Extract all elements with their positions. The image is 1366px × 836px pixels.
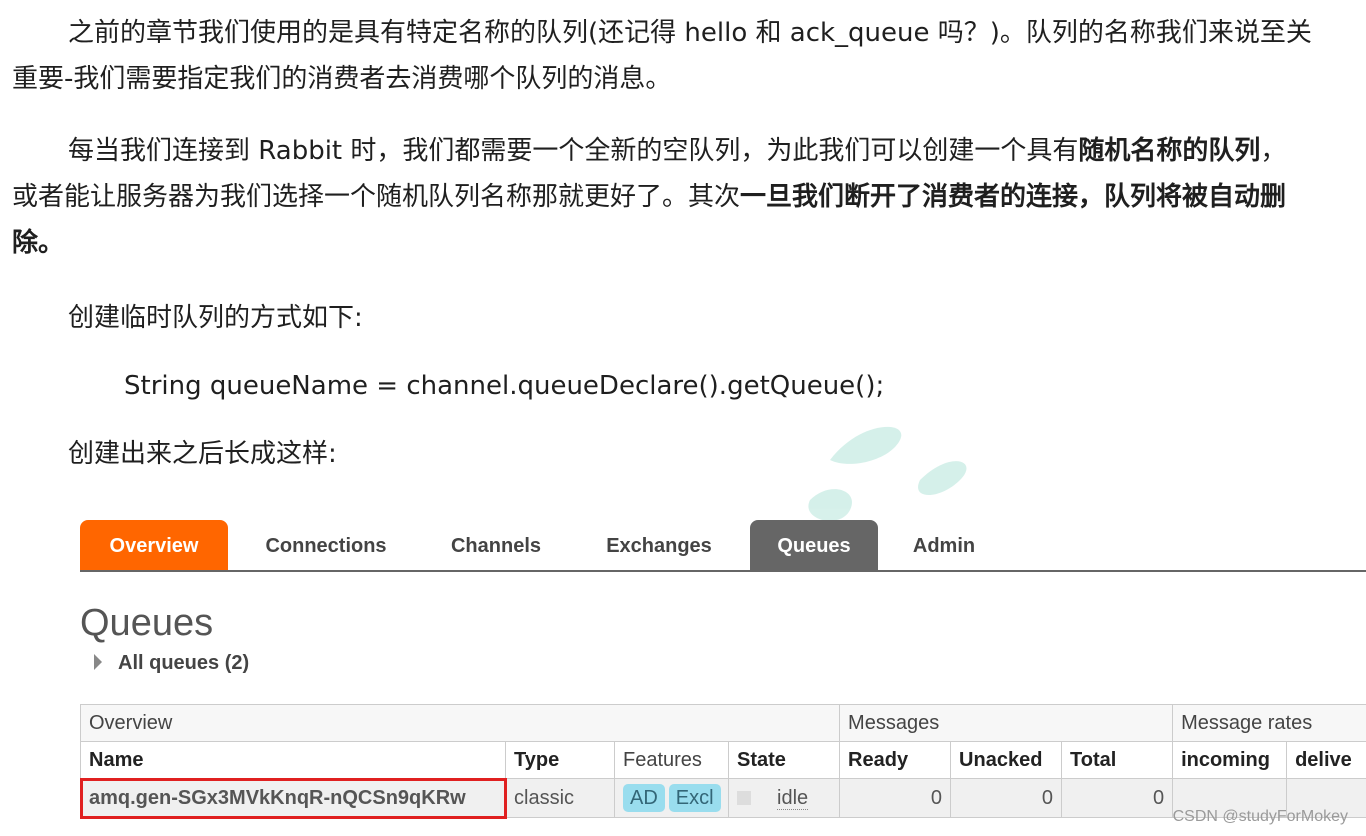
- feature-badge-ad: AD: [623, 784, 665, 812]
- col-deliver[interactable]: delive: [1286, 741, 1366, 779]
- nav-tabs: Overview Connections Channels Exchanges …: [80, 520, 1366, 572]
- tab-channels[interactable]: Channels: [428, 520, 564, 570]
- col-incoming[interactable]: incoming: [1172, 741, 1288, 779]
- table-group-header: Overview Messages Message rates: [79, 704, 1366, 742]
- paragraph-text: 每当我们连接到 Rabbit 时，我们都需要一个全新的空队列，为此我们可以创建一…: [68, 136, 1079, 166]
- tab-exchanges[interactable]: Exchanges: [584, 520, 734, 570]
- state-label: idle: [777, 786, 809, 810]
- col-total[interactable]: Total: [1061, 741, 1174, 779]
- page-title: Queues: [80, 602, 214, 644]
- group-overview: Overview: [79, 704, 841, 742]
- emphasis-random-name: 随机名称的队列: [1078, 136, 1261, 166]
- total-count: 0: [1061, 778, 1174, 818]
- queues-table: Overview Messages Message rates Name Typ…: [79, 704, 1366, 819]
- queue-type: classic: [505, 778, 615, 818]
- col-state[interactable]: State: [727, 741, 841, 779]
- tab-connections[interactable]: Connections: [244, 520, 408, 570]
- temp-queue-paragraph: 每当我们连接到 Rabbit 时，我们都需要一个全新的空队列，为此我们可以创建一…: [12, 128, 1312, 266]
- col-type[interactable]: Type: [505, 741, 615, 779]
- intro-paragraph: 之前的章节我们使用的是具有特定名称的队列(还记得 hello 和 ack_que…: [12, 18, 1312, 94]
- all-queues-label: All queues (2): [118, 652, 250, 674]
- rabbitmq-management-screenshot: Overview Connections Channels Exchanges …: [79, 516, 1366, 836]
- state-indicator-icon: [737, 791, 751, 806]
- table-column-header: Name Type Features State Ready Unacked T…: [80, 741, 1366, 779]
- unacked-count: 0: [950, 778, 1063, 818]
- expand-triangle-icon: [94, 654, 102, 670]
- queue-name-link[interactable]: amq.gen-SGx3MVkKnqR-nQCSn9qKRw: [79, 777, 507, 819]
- create-method-text: 创建临时队列的方式如下:: [68, 303, 363, 333]
- result-caption: 创建出来之后长成这样:: [68, 439, 337, 469]
- code-line: String queueName = channel.queueDeclare(…: [124, 371, 885, 401]
- tab-queues[interactable]: Queues: [750, 520, 878, 570]
- ready-count: 0: [839, 778, 952, 818]
- col-ready[interactable]: Ready: [839, 741, 952, 779]
- feature-badge-excl: Excl: [668, 784, 721, 812]
- col-unacked[interactable]: Unacked: [950, 741, 1063, 779]
- tab-overview[interactable]: Overview: [80, 520, 228, 570]
- group-messages: Messages: [839, 704, 1174, 742]
- credit-watermark: CSDN @studyForMokey: [1172, 808, 1348, 825]
- col-name[interactable]: Name: [80, 741, 506, 779]
- tab-admin[interactable]: Admin: [892, 520, 996, 570]
- col-features: Features: [614, 741, 729, 779]
- queue-state: idle: [727, 778, 841, 818]
- all-queues-toggle[interactable]: All queues (2): [94, 652, 249, 675]
- group-message-rates: Message rates: [1172, 704, 1366, 742]
- queue-features: AD Excl: [614, 778, 729, 818]
